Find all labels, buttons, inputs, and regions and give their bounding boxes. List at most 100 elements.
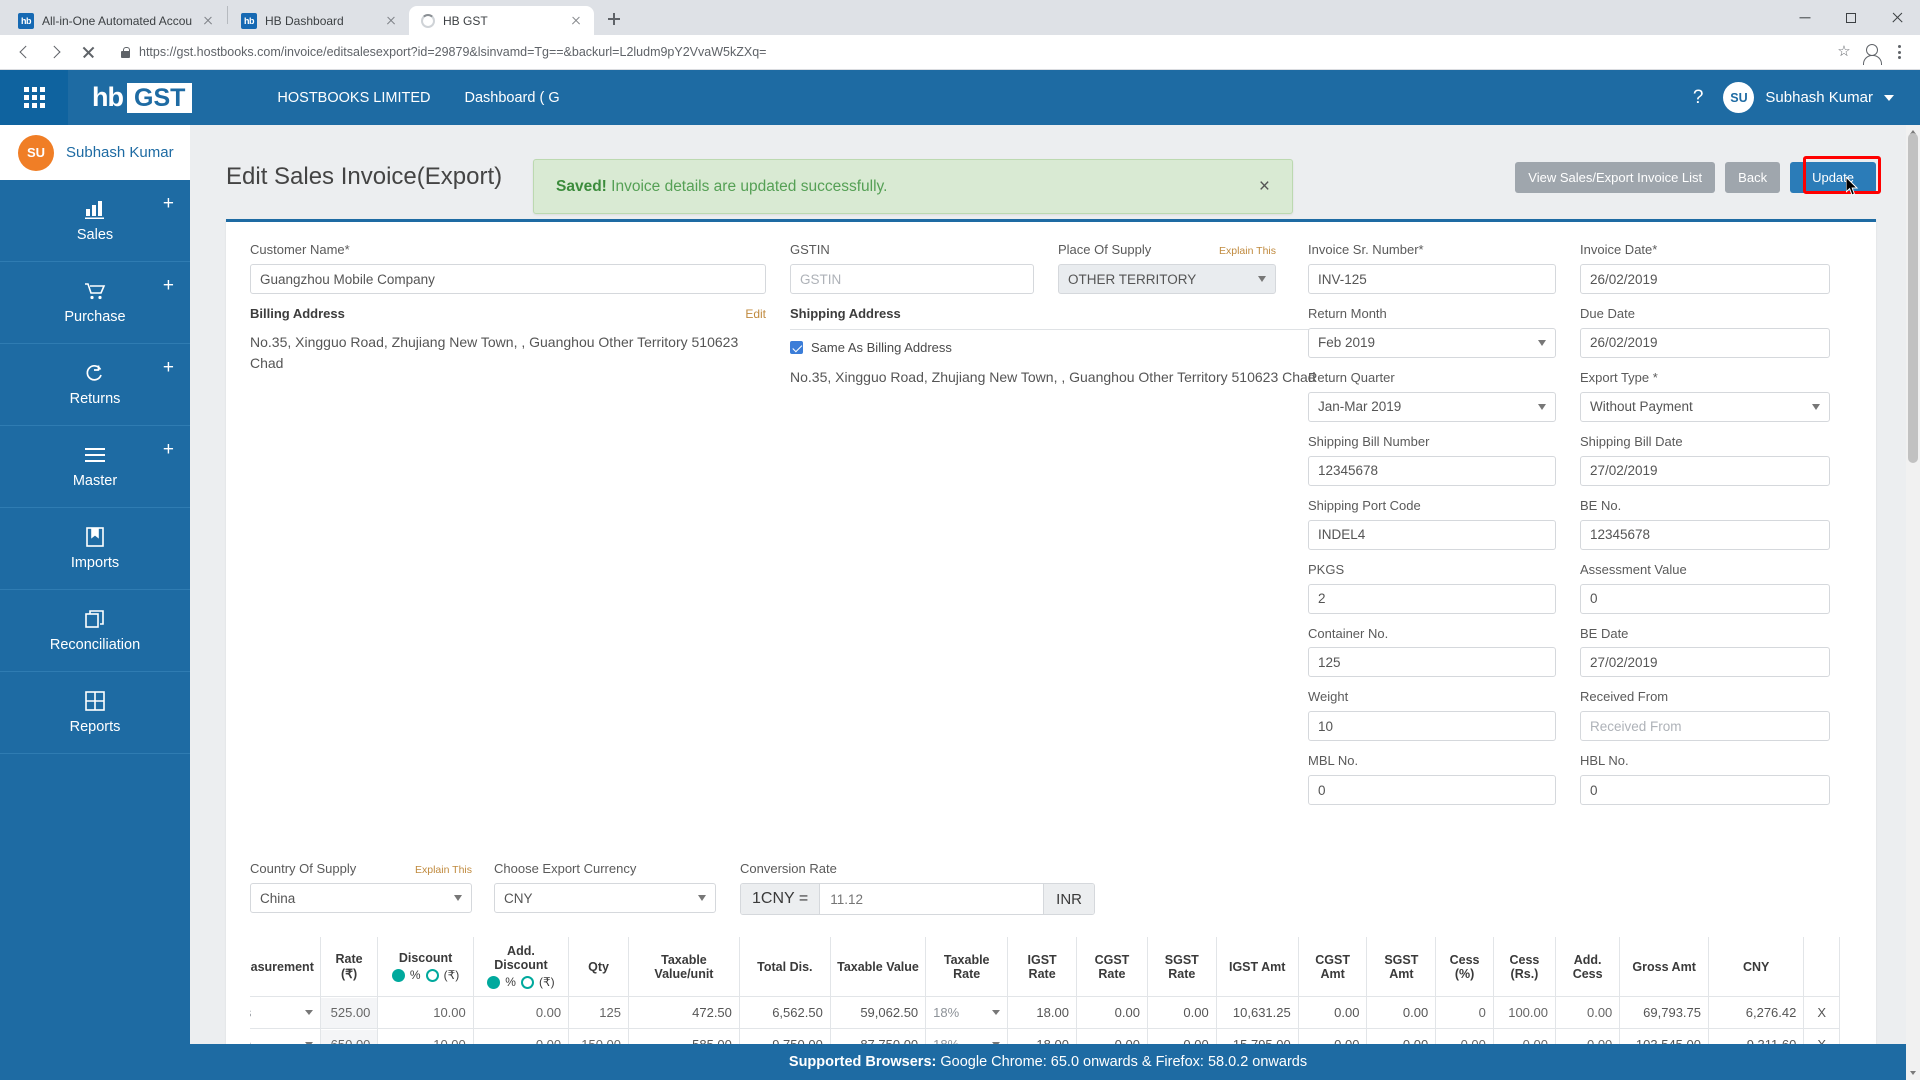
- profile-avatar-icon[interactable]: [1858, 38, 1886, 66]
- return-month-select[interactable]: Feb 2019: [1308, 327, 1556, 358]
- tab-close-icon[interactable]: [200, 13, 216, 29]
- cell-add-cess[interactable]: [1554, 996, 1621, 1030]
- add-discount-input[interactable]: [473, 997, 569, 1028]
- cess-rs-input[interactable]: [1493, 997, 1555, 1028]
- mbl-no-input[interactable]: [1308, 775, 1556, 806]
- new-tab-button[interactable]: [600, 5, 628, 33]
- minimize-button[interactable]: [1782, 2, 1828, 34]
- scroll-down-arrow-icon[interactable]: [1906, 1066, 1920, 1080]
- update-button[interactable]: Update: [1790, 161, 1876, 193]
- cell-cess-pct[interactable]: [1435, 996, 1494, 1030]
- due-date-input[interactable]: [1580, 327, 1830, 358]
- country-of-supply-select[interactable]: China: [250, 883, 472, 914]
- explain-this-link[interactable]: Explain This: [415, 864, 472, 876]
- add-discount-toggle[interactable]: % (₹): [479, 975, 563, 989]
- discount-percent-radio[interactable]: [391, 968, 405, 982]
- discount-toggle[interactable]: % (₹): [383, 968, 467, 982]
- scrollbar-thumb[interactable]: [1908, 133, 1918, 463]
- sidebar-item-master[interactable]: + Master: [0, 426, 190, 508]
- close-window-button[interactable]: [1874, 2, 1920, 34]
- hb-gst-logo[interactable]: hb GST: [92, 82, 193, 113]
- explain-this-link[interactable]: Explain This: [1219, 245, 1276, 257]
- cess-pct-input[interactable]: [1436, 997, 1493, 1028]
- nav-link-company[interactable]: HOSTBOOKS LIMITED: [277, 90, 430, 106]
- cell-taxable-rate[interactable]: 18%: [925, 996, 1009, 1030]
- container-no-input[interactable]: [1308, 647, 1556, 678]
- assessment-value-input[interactable]: [1580, 583, 1830, 614]
- pkgs-input[interactable]: [1308, 583, 1556, 614]
- cell-discount[interactable]: [377, 996, 474, 1030]
- invoice-sr-number-input[interactable]: [1308, 264, 1556, 295]
- browser-tab-2[interactable]: hb HB Dashboard: [229, 6, 409, 35]
- add-returns-icon[interactable]: +: [163, 358, 174, 377]
- tab-close-icon[interactable]: [383, 13, 399, 29]
- address-bar[interactable]: https://gst.hostbooks.com/invoice/editsa…: [110, 39, 1824, 65]
- shipping-bill-date-input[interactable]: [1580, 455, 1830, 486]
- help-icon[interactable]: ?: [1693, 87, 1704, 109]
- sidebar-user[interactable]: SU Subhash Kumar: [0, 125, 190, 180]
- stop-loading-button[interactable]: [72, 36, 104, 68]
- nav-link-dashboard[interactable]: Dashboard ( G: [465, 90, 560, 106]
- browser-tab-1[interactable]: hb All-in-One Automated Accountin: [6, 6, 226, 35]
- add-discount-rupee-radio[interactable]: [520, 975, 534, 989]
- user-menu[interactable]: SU Subhash Kumar: [1723, 82, 1894, 113]
- weight-input[interactable]: [1308, 711, 1556, 742]
- page-vertical-scrollbar[interactable]: [1906, 125, 1920, 1080]
- billing-address-header: Billing Address Edit: [250, 306, 766, 328]
- rate-input[interactable]: [320, 997, 378, 1028]
- back-button[interactable]: Back: [1725, 161, 1781, 193]
- discount-rupee-radio[interactable]: [425, 968, 439, 982]
- be-date-input[interactable]: [1580, 647, 1830, 678]
- field-be-date: BE Date: [1580, 626, 1830, 678]
- be-no-input[interactable]: [1580, 519, 1830, 550]
- invoice-date-input[interactable]: [1580, 264, 1830, 295]
- bookmark-star-icon[interactable]: ☆: [1830, 38, 1858, 66]
- browser-tab-3-active[interactable]: HB GST: [409, 6, 594, 35]
- add-discount-percent-radio[interactable]: [487, 975, 501, 989]
- return-quarter-select[interactable]: Jan-Mar 2019: [1308, 391, 1556, 422]
- sidebar-item-reports[interactable]: Reports: [0, 672, 190, 754]
- sidebar-item-sales[interactable]: + Sales: [0, 180, 190, 262]
- taxable-rate-select[interactable]: 18%: [926, 998, 1007, 1028]
- add-sales-icon[interactable]: +: [163, 194, 174, 213]
- add-cess-input[interactable]: [1555, 997, 1620, 1028]
- mbl-no-label: MBL No.: [1308, 753, 1359, 769]
- maximize-button[interactable]: [1828, 2, 1874, 34]
- edit-billing-address-link[interactable]: Edit: [745, 307, 766, 321]
- browser-menu-icon[interactable]: [1886, 38, 1912, 66]
- back-button[interactable]: [8, 36, 40, 68]
- cell-add-discount[interactable]: [472, 996, 570, 1030]
- sidebar-item-imports[interactable]: Imports: [0, 508, 190, 590]
- view-invoice-list-button[interactable]: View Sales/Export Invoice List: [1515, 161, 1716, 193]
- export-currency-select[interactable]: CNY: [494, 883, 716, 914]
- remove-row-button[interactable]: X: [1803, 996, 1840, 1030]
- customer-name-input[interactable]: [250, 264, 766, 295]
- uom-select[interactable]: umbers: [250, 998, 320, 1028]
- sidebar-item-purchase[interactable]: + Purchase: [0, 262, 190, 344]
- sidebar-item-returns[interactable]: + Returns: [0, 344, 190, 426]
- received-from-input[interactable]: [1580, 711, 1830, 742]
- place-of-supply-select[interactable]: OTHER TERRITORY: [1058, 264, 1276, 295]
- shipping-port-code-input[interactable]: [1308, 519, 1556, 550]
- cell-uom[interactable]: umbers: [250, 996, 321, 1030]
- hbl-no-input[interactable]: [1580, 775, 1830, 806]
- same-as-billing-checkbox[interactable]: [790, 340, 803, 354]
- shipping-bill-number-input[interactable]: [1308, 455, 1556, 486]
- add-master-icon[interactable]: +: [163, 440, 174, 459]
- cell-rate[interactable]: [319, 996, 379, 1030]
- discount-input[interactable]: [378, 997, 473, 1028]
- qty-input[interactable]: [569, 997, 628, 1028]
- cell-qty[interactable]: [568, 996, 629, 1030]
- same-as-billing-checkbox-row[interactable]: Same As Billing Address: [790, 340, 1034, 355]
- cell-cess-rs[interactable]: [1492, 996, 1556, 1030]
- close-alert-icon[interactable]: ×: [1259, 177, 1270, 196]
- forward-button[interactable]: [40, 36, 72, 68]
- apps-grid-icon[interactable]: [0, 70, 68, 125]
- form-column-customer: Customer Name* Billing Address Edit No.3…: [250, 242, 790, 817]
- sidebar-item-reconciliation[interactable]: Reconciliation: [0, 590, 190, 672]
- add-purchase-icon[interactable]: +: [163, 276, 174, 295]
- export-type-select[interactable]: Without Payment: [1580, 391, 1830, 422]
- gstin-input[interactable]: [790, 264, 1034, 295]
- tab-close-icon[interactable]: [568, 13, 584, 29]
- conversion-rate-input[interactable]: [820, 884, 1044, 915]
